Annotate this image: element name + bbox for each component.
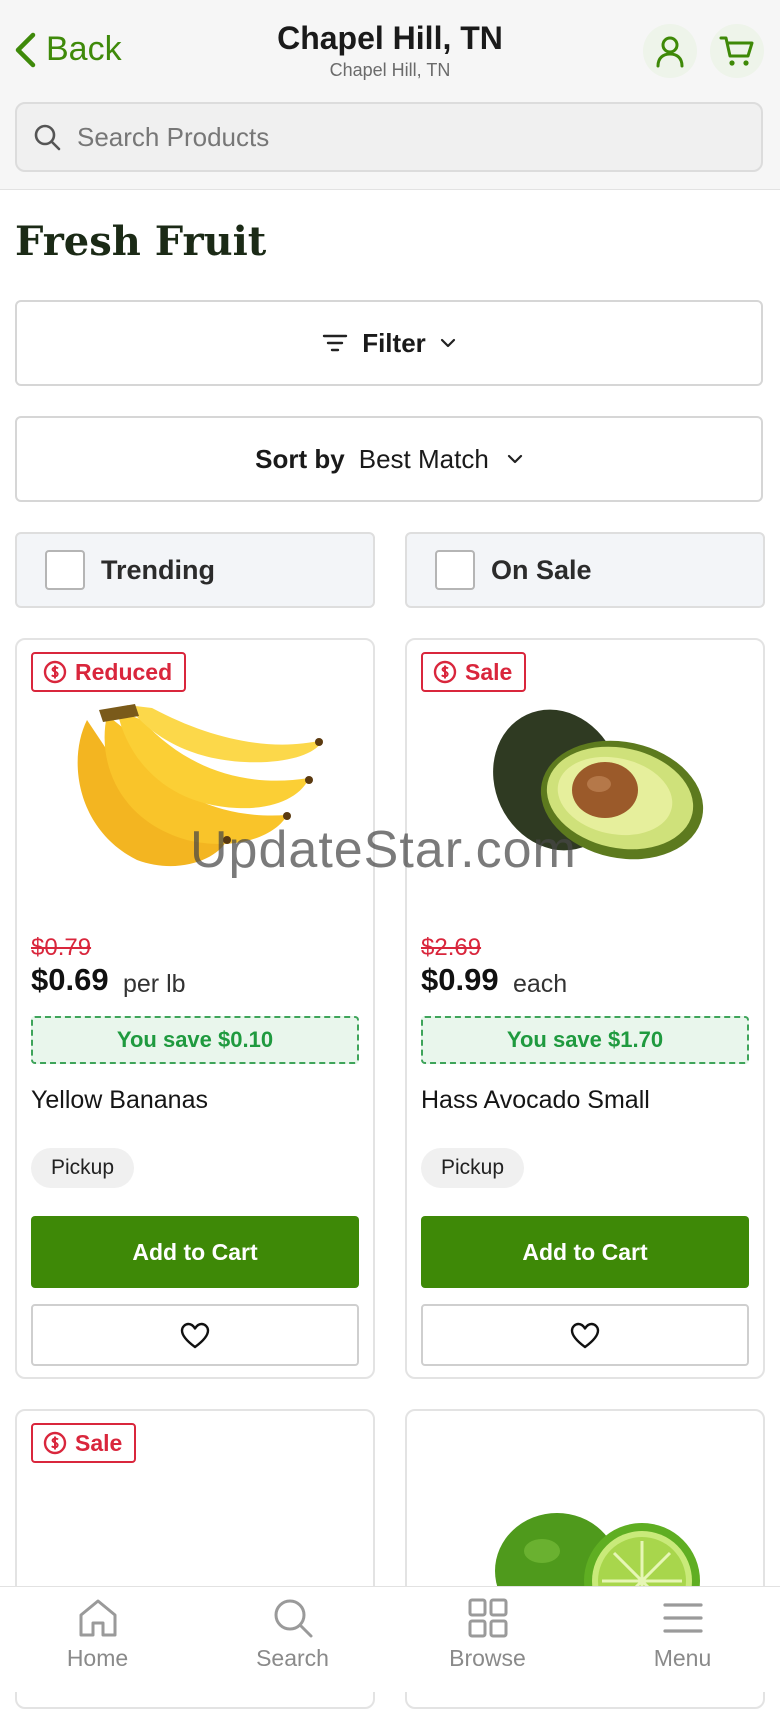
search-input[interactable] [75,120,679,154]
nav-home-label: Home [66,1645,129,1671]
filter-icon [323,334,348,352]
on-sale-filter[interactable]: On Sale [405,532,765,608]
search-bar[interactable] [15,102,763,172]
sale-price: $0.69 [31,962,109,997]
grid-icon [468,1598,507,1638]
nav-browse[interactable]: Browse [390,1587,585,1692]
cart-button[interactable] [710,24,764,78]
page-title: Fresh Fruit [15,218,267,265]
search-icon [274,1599,312,1638]
price-unit: per lb [123,970,186,998]
sale-badge: Sale [31,1423,137,1463]
heart-icon [570,1322,600,1348]
product-card[interactable]: Reduced $0.79 $0.69 per lb You save $0.1… [15,638,375,1379]
dollar-circle-icon [433,660,457,684]
watermark: UpdateStar.com [190,821,577,879]
dollar-circle-icon [43,660,67,684]
add-to-cart-button[interactable]: Add to Cart [31,1216,359,1288]
heart-icon [180,1322,210,1348]
nav-home[interactable]: Home [0,1587,195,1692]
on-sale-checkbox[interactable] [435,550,475,590]
nav-menu[interactable]: Menu [585,1587,780,1692]
trending-checkbox[interactable] [45,550,85,590]
nav-search[interactable]: Search [195,1587,390,1692]
trending-filter[interactable]: Trending [15,532,375,608]
sale-price: $0.99 [421,962,499,997]
product-name[interactable]: Hass Avocado Small [421,1086,650,1115]
nav-search-label: Search [256,1645,329,1671]
sale-badge: Sale [421,652,527,692]
chevron-down-icon [507,454,522,464]
filter-button[interactable]: Filter [15,300,763,386]
cart-icon [719,36,754,66]
badge-label: Reduced [75,658,173,685]
menu-icon [662,1603,703,1633]
account-button[interactable] [643,24,697,78]
original-price: $2.69 [421,934,482,961]
nav-browse-label: Browse [449,1645,526,1671]
on-sale-label: On Sale [491,554,592,585]
home-icon [79,1599,116,1637]
bottom-navigation: Home Search Browse Menu [0,1586,780,1692]
filter-label: Filter [362,327,426,358]
favorite-button[interactable] [31,1304,359,1366]
sort-dropdown[interactable]: Sort by Best Match [15,416,763,502]
original-price: $0.79 [31,934,92,961]
product-card[interactable]: Sale $2.69 $0.99 each You save $1.70 Has… [405,638,765,1379]
savings-banner: You save $1.70 [421,1016,749,1064]
user-icon [656,36,684,68]
chevron-down-icon [440,338,455,348]
top-header: Back Chapel Hill, TN Chapel Hill, TN [0,0,780,190]
sort-label: Sort by [255,443,345,474]
badge-label: Sale [465,658,513,685]
favorite-button[interactable] [421,1304,749,1366]
price-unit: each [513,970,568,998]
reduced-badge: Reduced [31,652,187,692]
pickup-tag: Pickup [421,1148,525,1188]
product-name[interactable]: Yellow Bananas [31,1086,208,1115]
pickup-tag: Pickup [31,1148,135,1188]
savings-banner: You save $0.10 [31,1016,359,1064]
badge-label: Sale [75,1429,123,1456]
add-to-cart-button[interactable]: Add to Cart [421,1216,749,1288]
search-icon [34,124,61,151]
trending-label: Trending [101,554,215,585]
nav-menu-label: Menu [653,1645,712,1671]
sort-value: Best Match [358,443,489,474]
dollar-circle-icon [43,1431,67,1455]
